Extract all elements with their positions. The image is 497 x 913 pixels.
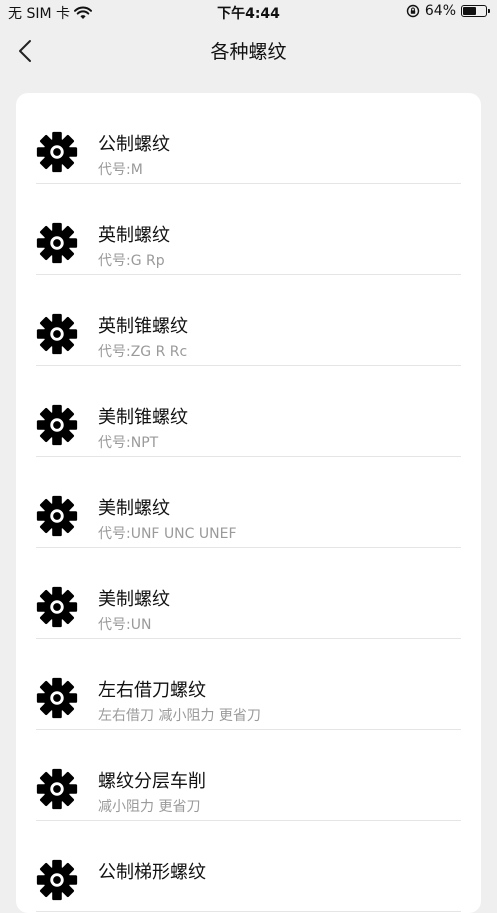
list-item-8[interactable]: 公制梯形螺纹 [16,821,481,912]
item-title: 美制螺纹 [98,589,170,610]
item-subtitle: 左右借刀 减小阻力 更省刀 [98,708,261,724]
orientation-lock-icon [406,4,420,18]
thread-type-list: 公制螺纹 代号:M 英制螺纹 代号:G Rp 英制锥螺纹 代号:ZG R Rc … [16,93,481,913]
gear-icon [36,131,78,173]
list-item-1[interactable]: 英制螺纹 代号:G Rp [16,184,481,275]
item-subtitle: 代号:NPT [98,435,159,451]
list-item-5[interactable]: 美制螺纹 代号:UN [16,548,481,639]
gear-icon [36,313,78,355]
item-subtitle: 代号:M [98,162,143,178]
item-title: 美制锥螺纹 [98,407,188,428]
status-bar: 无 SIM 卡 下午4:44 64% [0,0,497,26]
divider [36,911,461,912]
item-subtitle: 代号:UN [98,617,152,633]
list-item-3[interactable]: 美制锥螺纹 代号:NPT [16,366,481,457]
item-title: 英制锥螺纹 [98,316,188,337]
item-title: 公制梯形螺纹 [98,862,206,883]
battery-icon [461,5,490,17]
gear-icon [36,586,78,628]
item-title: 公制螺纹 [98,134,170,155]
gear-icon [36,677,78,719]
item-subtitle: 减小阻力 更省刀 [98,799,201,815]
gear-icon [36,404,78,446]
list-item-0[interactable]: 公制螺纹 代号:M [16,93,481,184]
list-item-6[interactable]: 左右借刀螺纹 左右借刀 减小阻力 更省刀 [16,639,481,730]
item-title: 左右借刀螺纹 [98,680,206,701]
gear-icon [36,222,78,264]
item-title: 英制螺纹 [98,225,170,246]
item-title: 美制螺纹 [98,498,170,519]
nav-bar: 各种螺纹 [0,28,497,74]
gear-icon [36,768,78,810]
item-subtitle: 代号:G Rp [98,253,165,269]
list-item-7[interactable]: 螺纹分层车削 减小阻力 更省刀 [16,730,481,821]
item-title: 螺纹分层车削 [98,771,206,792]
gear-icon [36,495,78,537]
gear-icon [36,859,78,901]
item-subtitle: 代号:UNF UNC UNEF [98,526,237,542]
list-item-4[interactable]: 美制螺纹 代号:UNF UNC UNEF [16,457,481,548]
page-title: 各种螺纹 [210,41,287,63]
battery-level [463,7,476,15]
battery-percent: 64% [424,3,456,19]
list-item-2[interactable]: 英制锥螺纹 代号:ZG R Rc [16,275,481,366]
status-right: 64% [406,3,490,19]
item-subtitle: 代号:ZG R Rc [98,344,188,360]
